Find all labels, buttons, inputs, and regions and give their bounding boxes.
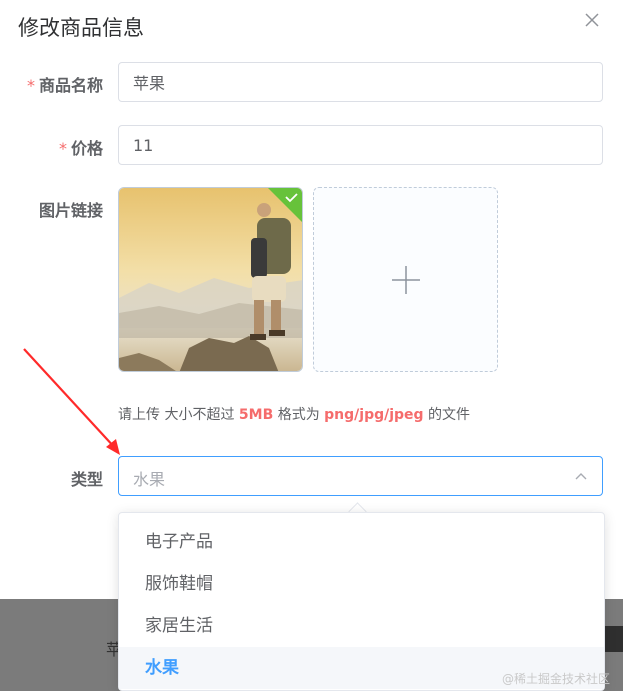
required-mark: *	[26, 76, 35, 95]
close-icon[interactable]	[584, 12, 600, 28]
edit-product-dialog: 修改商品信息 *商品名称 *价格 图片链接	[0, 0, 623, 599]
option-electronics[interactable]: 电子产品	[119, 521, 604, 563]
category-label: 类型	[70, 470, 103, 489]
plus-icon	[392, 266, 420, 294]
chevron-up-icon	[575, 473, 587, 480]
price-input[interactable]	[118, 125, 603, 165]
product-name-input[interactable]	[118, 62, 603, 102]
select-value: 水果	[133, 470, 166, 489]
image-label: 图片链接	[38, 201, 103, 220]
required-mark: *	[58, 139, 67, 158]
annotation-arrow	[23, 348, 120, 455]
category-select[interactable]: 水果	[118, 456, 603, 496]
dialog-title: 修改商品信息	[18, 16, 144, 40]
upload-tip: 请上传 大小不超过 5MB 格式为 png/jpg/jpeg 的文件	[118, 407, 471, 423]
uploaded-image-thumbnail[interactable]	[118, 187, 303, 372]
category-dropdown: 电子产品 服饰鞋帽 家居生活 水果	[118, 512, 605, 691]
backdrop-edge	[604, 626, 623, 652]
upload-success-icon	[268, 188, 302, 222]
name-label: * 商品名称	[26, 76, 103, 95]
price-label: * 价格	[58, 139, 103, 158]
watermark: @稀土掘金技术社区	[502, 672, 611, 686]
option-apparel[interactable]: 服饰鞋帽	[119, 563, 604, 605]
image-upload-button[interactable]	[313, 187, 498, 372]
option-home[interactable]: 家居生活	[119, 605, 604, 647]
